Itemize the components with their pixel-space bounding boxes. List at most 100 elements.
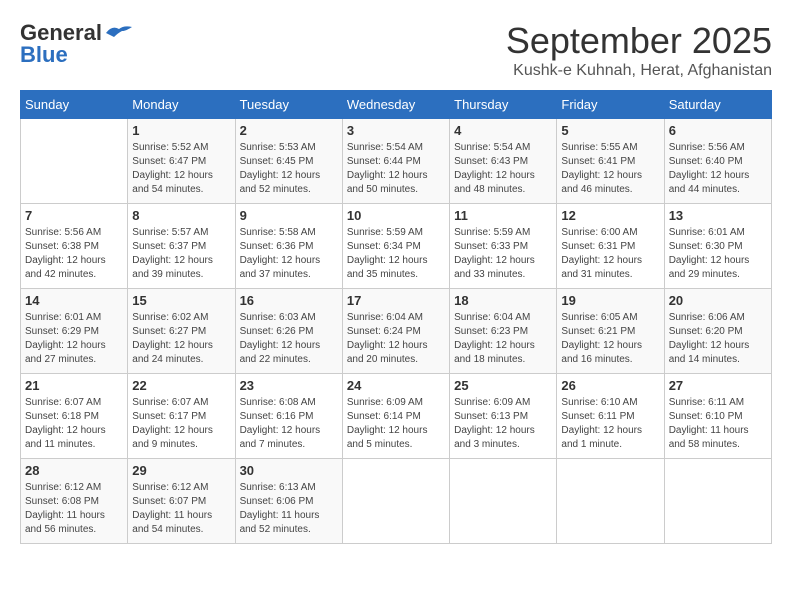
calendar-day-cell: 19 Sunrise: 6:05 AMSunset: 6:21 PMDayligh… [557, 289, 664, 374]
day-number: 21 [25, 378, 123, 393]
weekday-header-row: SundayMondayTuesdayWednesdayThursdayFrid… [21, 91, 772, 119]
month-title: September 2025 [506, 20, 772, 62]
calendar-day-cell: 4Sunrise: 5:54 AMSunset: 6:43 PMDaylight… [450, 119, 557, 204]
day-number: 22 [132, 378, 230, 393]
day-detail: Sunrise: 5:59 AMSunset: 6:33 PMDaylight:… [454, 226, 552, 282]
day-detail: Sunrise: 6:00 AMSunset: 6:31 PMDaylight:… [561, 226, 659, 282]
location-title: Kushk-e Kuhnah, Herat, Afghanistan [506, 62, 772, 80]
day-detail: Sunrise: 5:53 AMSunset: 6:45 PMDaylight:… [240, 141, 338, 197]
day-number: 20 [669, 293, 767, 308]
weekday-header: Friday [557, 91, 664, 119]
logo-blue-text: Blue [20, 42, 68, 68]
day-detail: Sunrise: 6:09 AMSunset: 6:14 PMDaylight:… [347, 396, 445, 452]
page-header: General Blue September 2025 Kushk-e Kuhn… [20, 20, 772, 80]
weekday-header: Monday [128, 91, 235, 119]
day-detail: Sunrise: 5:58 AMSunset: 6:36 PMDaylight:… [240, 226, 338, 282]
day-detail: Sunrise: 6:12 AMSunset: 6:07 PMDaylight:… [132, 481, 230, 537]
calendar-day-cell: 21Sunrise: 6:07 AMSunset: 6:18 PMDayligh… [21, 374, 128, 459]
day-number: 26 [561, 378, 659, 393]
calendar-day-cell: 14 Sunrise: 6:01 AMSunset: 6:29 PMDayligh… [21, 289, 128, 374]
logo: General Blue [20, 20, 134, 68]
day-detail: Sunrise: 5:56 AMSunset: 6:40 PMDaylight:… [669, 141, 767, 197]
calendar-day-cell: 8 Sunrise: 5:57 AMSunset: 6:37 PMDaylight… [128, 204, 235, 289]
day-number: 29 [132, 463, 230, 478]
day-number: 15 [132, 293, 230, 308]
calendar-day-cell: 27 Sunrise: 6:11 AMSunset: 6:10 PMDayligh… [664, 374, 771, 459]
day-detail: Sunrise: 6:09 AMSunset: 6:13 PMDaylight:… [454, 396, 552, 452]
day-detail: Sunrise: 6:02 AMSunset: 6:27 PMDaylight:… [132, 311, 230, 367]
calendar-day-cell: 30Sunrise: 6:13 AMSunset: 6:06 PMDayligh… [235, 459, 342, 544]
calendar-day-cell: 5 Sunrise: 5:55 AMSunset: 6:41 PMDaylight… [557, 119, 664, 204]
calendar-day-cell: 22 Sunrise: 6:07 AMSunset: 6:17 PMDayligh… [128, 374, 235, 459]
day-number: 7 [25, 208, 123, 223]
day-number: 27 [669, 378, 767, 393]
day-detail: Sunrise: 5:52 AMSunset: 6:47 PMDaylight:… [132, 141, 230, 197]
day-detail: Sunrise: 6:01 AMSunset: 6:29 PMDaylight:… [25, 311, 123, 367]
logo-bird-icon [104, 23, 134, 43]
day-detail: Sunrise: 6:04 AMSunset: 6:23 PMDaylight:… [454, 311, 552, 367]
weekday-header: Saturday [664, 91, 771, 119]
day-detail: Sunrise: 6:08 AMSunset: 6:16 PMDaylight:… [240, 396, 338, 452]
weekday-header: Tuesday [235, 91, 342, 119]
day-number: 30 [240, 463, 338, 478]
day-detail: Sunrise: 6:03 AMSunset: 6:26 PMDaylight:… [240, 311, 338, 367]
day-number: 17 [347, 293, 445, 308]
calendar-day-cell: 15 Sunrise: 6:02 AMSunset: 6:27 PMDayligh… [128, 289, 235, 374]
calendar-day-cell [557, 459, 664, 544]
day-detail: Sunrise: 6:04 AMSunset: 6:24 PMDaylight:… [347, 311, 445, 367]
calendar-day-cell: 9 Sunrise: 5:58 AMSunset: 6:36 PMDaylight… [235, 204, 342, 289]
weekday-header: Thursday [450, 91, 557, 119]
day-detail: Sunrise: 6:11 AMSunset: 6:10 PMDaylight:… [669, 396, 767, 452]
calendar-day-cell: 13Sunrise: 6:01 AMSunset: 6:30 PMDayligh… [664, 204, 771, 289]
day-detail: Sunrise: 6:07 AMSunset: 6:17 PMDaylight:… [132, 396, 230, 452]
calendar-day-cell: 3 Sunrise: 5:54 AMSunset: 6:44 PMDaylight… [342, 119, 449, 204]
calendar-week-row: 28Sunrise: 6:12 AMSunset: 6:08 PMDayligh… [21, 459, 772, 544]
day-number: 5 [561, 123, 659, 138]
day-detail: Sunrise: 5:56 AMSunset: 6:38 PMDaylight:… [25, 226, 123, 282]
calendar-day-cell: 2 Sunrise: 5:53 AMSunset: 6:45 PMDaylight… [235, 119, 342, 204]
calendar-day-cell: 1 Sunrise: 5:52 AMSunset: 6:47 PMDaylight… [128, 119, 235, 204]
day-number: 16 [240, 293, 338, 308]
calendar-day-cell: 12 Sunrise: 6:00 AMSunset: 6:31 PMDayligh… [557, 204, 664, 289]
day-number: 18 [454, 293, 552, 308]
day-detail: Sunrise: 5:54 AMSunset: 6:44 PMDaylight:… [347, 141, 445, 197]
title-block: September 2025 Kushk-e Kuhnah, Herat, Af… [506, 20, 772, 80]
day-number: 9 [240, 208, 338, 223]
calendar-week-row: 7 Sunrise: 5:56 AMSunset: 6:38 PMDaylight… [21, 204, 772, 289]
calendar-day-cell: 25 Sunrise: 6:09 AMSunset: 6:13 PMDayligh… [450, 374, 557, 459]
day-number: 24 [347, 378, 445, 393]
calendar-day-cell: 24 Sunrise: 6:09 AMSunset: 6:14 PMDayligh… [342, 374, 449, 459]
day-detail: Sunrise: 5:59 AMSunset: 6:34 PMDaylight:… [347, 226, 445, 282]
day-detail: Sunrise: 6:05 AMSunset: 6:21 PMDaylight:… [561, 311, 659, 367]
calendar-day-cell: 26 Sunrise: 6:10 AMSunset: 6:11 PMDayligh… [557, 374, 664, 459]
calendar-day-cell [342, 459, 449, 544]
day-detail: Sunrise: 5:55 AMSunset: 6:41 PMDaylight:… [561, 141, 659, 197]
day-detail: Sunrise: 6:12 AMSunset: 6:08 PMDaylight:… [25, 481, 123, 537]
day-number: 25 [454, 378, 552, 393]
day-detail: Sunrise: 6:10 AMSunset: 6:11 PMDaylight:… [561, 396, 659, 452]
day-number: 12 [561, 208, 659, 223]
weekday-header: Wednesday [342, 91, 449, 119]
day-number: 3 [347, 123, 445, 138]
calendar-day-cell: 23 Sunrise: 6:08 AMSunset: 6:16 PMDayligh… [235, 374, 342, 459]
day-number: 19 [561, 293, 659, 308]
calendar-day-cell: 10 Sunrise: 5:59 AMSunset: 6:34 PMDayligh… [342, 204, 449, 289]
day-number: 1 [132, 123, 230, 138]
day-detail: Sunrise: 5:57 AMSunset: 6:37 PMDaylight:… [132, 226, 230, 282]
weekday-header: Sunday [21, 91, 128, 119]
day-number: 4 [454, 123, 552, 138]
day-number: 2 [240, 123, 338, 138]
day-number: 14 [25, 293, 123, 308]
day-number: 10 [347, 208, 445, 223]
day-number: 23 [240, 378, 338, 393]
calendar-day-cell [21, 119, 128, 204]
day-number: 8 [132, 208, 230, 223]
calendar-week-row: 14 Sunrise: 6:01 AMSunset: 6:29 PMDayligh… [21, 289, 772, 374]
day-number: 13 [669, 208, 767, 223]
calendar-day-cell: 18 Sunrise: 6:04 AMSunset: 6:23 PMDayligh… [450, 289, 557, 374]
calendar-day-cell: 7 Sunrise: 5:56 AMSunset: 6:38 PMDaylight… [21, 204, 128, 289]
calendar-day-cell: 16 Sunrise: 6:03 AMSunset: 6:26 PMDayligh… [235, 289, 342, 374]
calendar-day-cell: 11Sunrise: 5:59 AMSunset: 6:33 PMDayligh… [450, 204, 557, 289]
day-detail: Sunrise: 6:06 AMSunset: 6:20 PMDaylight:… [669, 311, 767, 367]
calendar-week-row: 21Sunrise: 6:07 AMSunset: 6:18 PMDayligh… [21, 374, 772, 459]
